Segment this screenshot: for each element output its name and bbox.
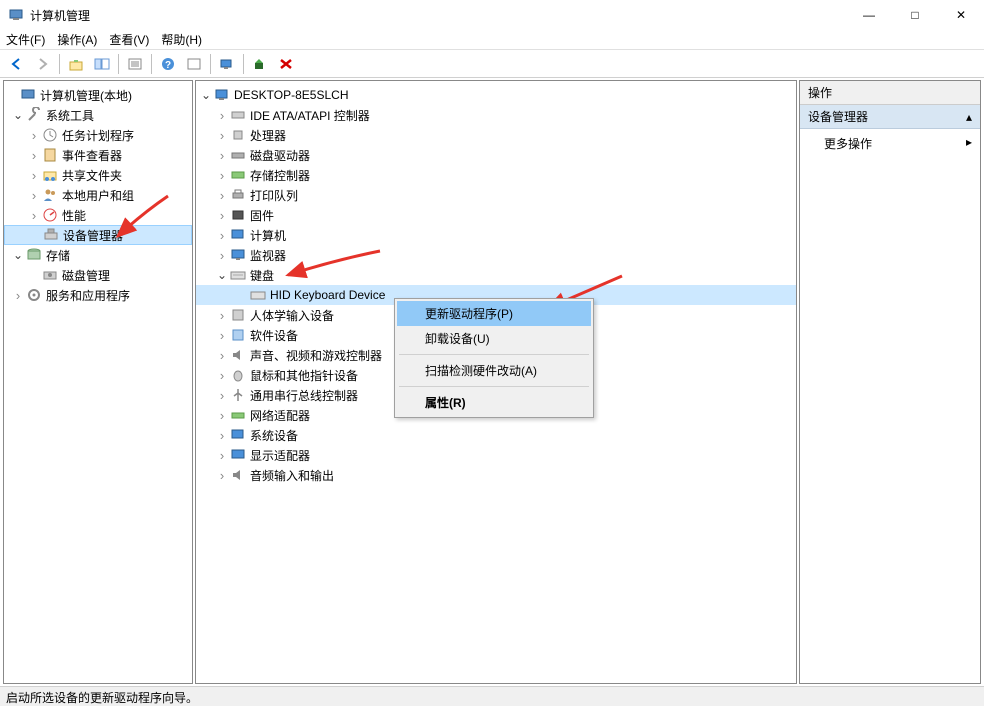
left-tree-panel: 计算机管理(本地) 系统工具 任务计划程序 事件查看器 共享文件夹 <box>3 80 193 684</box>
services-icon <box>26 287 42 303</box>
device-tree-panel: DESKTOP-8E5SLCH IDE ATA/ATAPI 控制器 处理器 磁盘… <box>195 80 797 684</box>
svg-text:?: ? <box>165 60 171 71</box>
dev-computer-root[interactable]: DESKTOP-8E5SLCH <box>196 85 796 105</box>
computer-mgmt-icon <box>20 87 36 103</box>
show-hide-tree-button[interactable] <box>90 53 114 75</box>
keyboard-device-icon <box>250 287 266 303</box>
hid-icon <box>230 307 246 323</box>
tree-services-apps[interactable]: 服务和应用程序 <box>4 285 192 305</box>
tree-shared-folders[interactable]: 共享文件夹 <box>4 165 192 185</box>
actions-panel: 操作 设备管理器 ▴ 更多操作 ▸ <box>799 80 981 684</box>
help-button[interactable]: ? <box>156 53 180 75</box>
tree-root[interactable]: 计算机管理(本地) <box>4 85 192 105</box>
dev-keyboard[interactable]: 键盘 <box>196 265 796 285</box>
firmware-icon <box>230 207 246 223</box>
minimize-button[interactable]: — <box>846 0 892 30</box>
pc-icon <box>230 227 246 243</box>
toolbar: ? <box>0 50 984 78</box>
close-button[interactable]: ✕ <box>938 0 984 30</box>
titlebar: 计算机管理 — □ ✕ <box>0 0 984 30</box>
up-button[interactable] <box>64 53 88 75</box>
keyboard-icon <box>230 267 246 283</box>
disk-mgmt-icon <box>42 267 58 283</box>
storage-icon <box>26 247 42 263</box>
dev-system[interactable]: 系统设备 <box>196 425 796 445</box>
ctx-separator <box>399 354 589 355</box>
chevron-right-icon: ▸ <box>966 135 972 152</box>
usb-icon <box>230 387 246 403</box>
tree-storage[interactable]: 存储 <box>4 245 192 265</box>
menu-file[interactable]: 文件(F) <box>6 31 45 48</box>
actions-header: 操作 <box>800 81 980 105</box>
ide-icon <box>230 107 246 123</box>
window-title: 计算机管理 <box>30 7 846 24</box>
ctx-scan-hardware[interactable]: 扫描检测硬件改动(A) <box>397 358 591 383</box>
ctx-update-driver[interactable]: 更新驱动程序(P) <box>397 301 591 326</box>
actions-more[interactable]: 更多操作 ▸ <box>800 129 980 156</box>
properties-button[interactable] <box>123 53 147 75</box>
ctx-uninstall[interactable]: 卸载设备(U) <box>397 326 591 351</box>
mouse-icon <box>230 367 246 383</box>
dev-computer-cat[interactable]: 计算机 <box>196 225 796 245</box>
menu-action[interactable]: 操作(A) <box>57 31 97 48</box>
disk-icon <box>230 147 246 163</box>
tree-disk-mgmt[interactable]: 磁盘管理 <box>4 265 192 285</box>
display-icon <box>230 447 246 463</box>
dev-disk-drives[interactable]: 磁盘驱动器 <box>196 145 796 165</box>
menu-help[interactable]: 帮助(H) <box>161 31 202 48</box>
back-button[interactable] <box>5 53 29 75</box>
app-icon <box>8 7 24 23</box>
tree-task-scheduler[interactable]: 任务计划程序 <box>4 125 192 145</box>
cpu-icon <box>230 127 246 143</box>
scan-hardware-button[interactable] <box>215 53 239 75</box>
system-icon <box>230 427 246 443</box>
ctx-separator <box>399 386 589 387</box>
ctx-properties[interactable]: 属性(R) <box>397 390 591 415</box>
dev-cpu[interactable]: 处理器 <box>196 125 796 145</box>
event-icon <box>42 147 58 163</box>
audio-icon <box>230 347 246 363</box>
perf-icon <box>42 207 58 223</box>
monitor-icon <box>230 247 246 263</box>
status-text: 启动所选设备的更新驱动程序向导。 <box>6 691 198 705</box>
dev-print-queue[interactable]: 打印队列 <box>196 185 796 205</box>
maximize-button[interactable]: □ <box>892 0 938 30</box>
dev-monitors[interactable]: 监视器 <box>196 245 796 265</box>
statusbar: 启动所选设备的更新驱动程序向导。 <box>0 686 984 706</box>
uninstall-device-button[interactable] <box>274 53 298 75</box>
device-mgr-icon <box>43 227 59 243</box>
computer-icon <box>214 87 230 103</box>
menu-view[interactable]: 查看(V) <box>109 31 149 48</box>
dev-storage-ctrl[interactable]: 存储控制器 <box>196 165 796 185</box>
audio-io-icon <box>230 467 246 483</box>
dev-ide[interactable]: IDE ATA/ATAPI 控制器 <box>196 105 796 125</box>
dev-display[interactable]: 显示适配器 <box>196 445 796 465</box>
tree-performance[interactable]: 性能 <box>4 205 192 225</box>
collapse-icon: ▴ <box>966 110 972 124</box>
printer-icon <box>230 187 246 203</box>
tools-icon <box>26 107 42 123</box>
software-icon <box>230 327 246 343</box>
refresh-button[interactable] <box>182 53 206 75</box>
content-area: 计算机管理(本地) 系统工具 任务计划程序 事件查看器 共享文件夹 <box>0 78 984 686</box>
clock-icon <box>42 127 58 143</box>
menubar: 文件(F) 操作(A) 查看(V) 帮助(H) <box>0 30 984 50</box>
storage-ctrl-icon <box>230 167 246 183</box>
network-icon <box>230 407 246 423</box>
context-menu: 更新驱动程序(P) 卸载设备(U) 扫描检测硬件改动(A) 属性(R) <box>394 298 594 418</box>
actions-section[interactable]: 设备管理器 ▴ <box>800 105 980 129</box>
dev-firmware[interactable]: 固件 <box>196 205 796 225</box>
tree-local-users[interactable]: 本地用户和组 <box>4 185 192 205</box>
tree-event-viewer[interactable]: 事件查看器 <box>4 145 192 165</box>
users-icon <box>42 187 58 203</box>
update-driver-button[interactable] <box>248 53 272 75</box>
shared-folder-icon <box>42 167 58 183</box>
dev-audio-io[interactable]: 音频输入和输出 <box>196 465 796 485</box>
forward-button[interactable] <box>31 53 55 75</box>
tree-system-tools[interactable]: 系统工具 <box>4 105 192 125</box>
tree-device-manager[interactable]: 设备管理器 <box>4 225 192 245</box>
